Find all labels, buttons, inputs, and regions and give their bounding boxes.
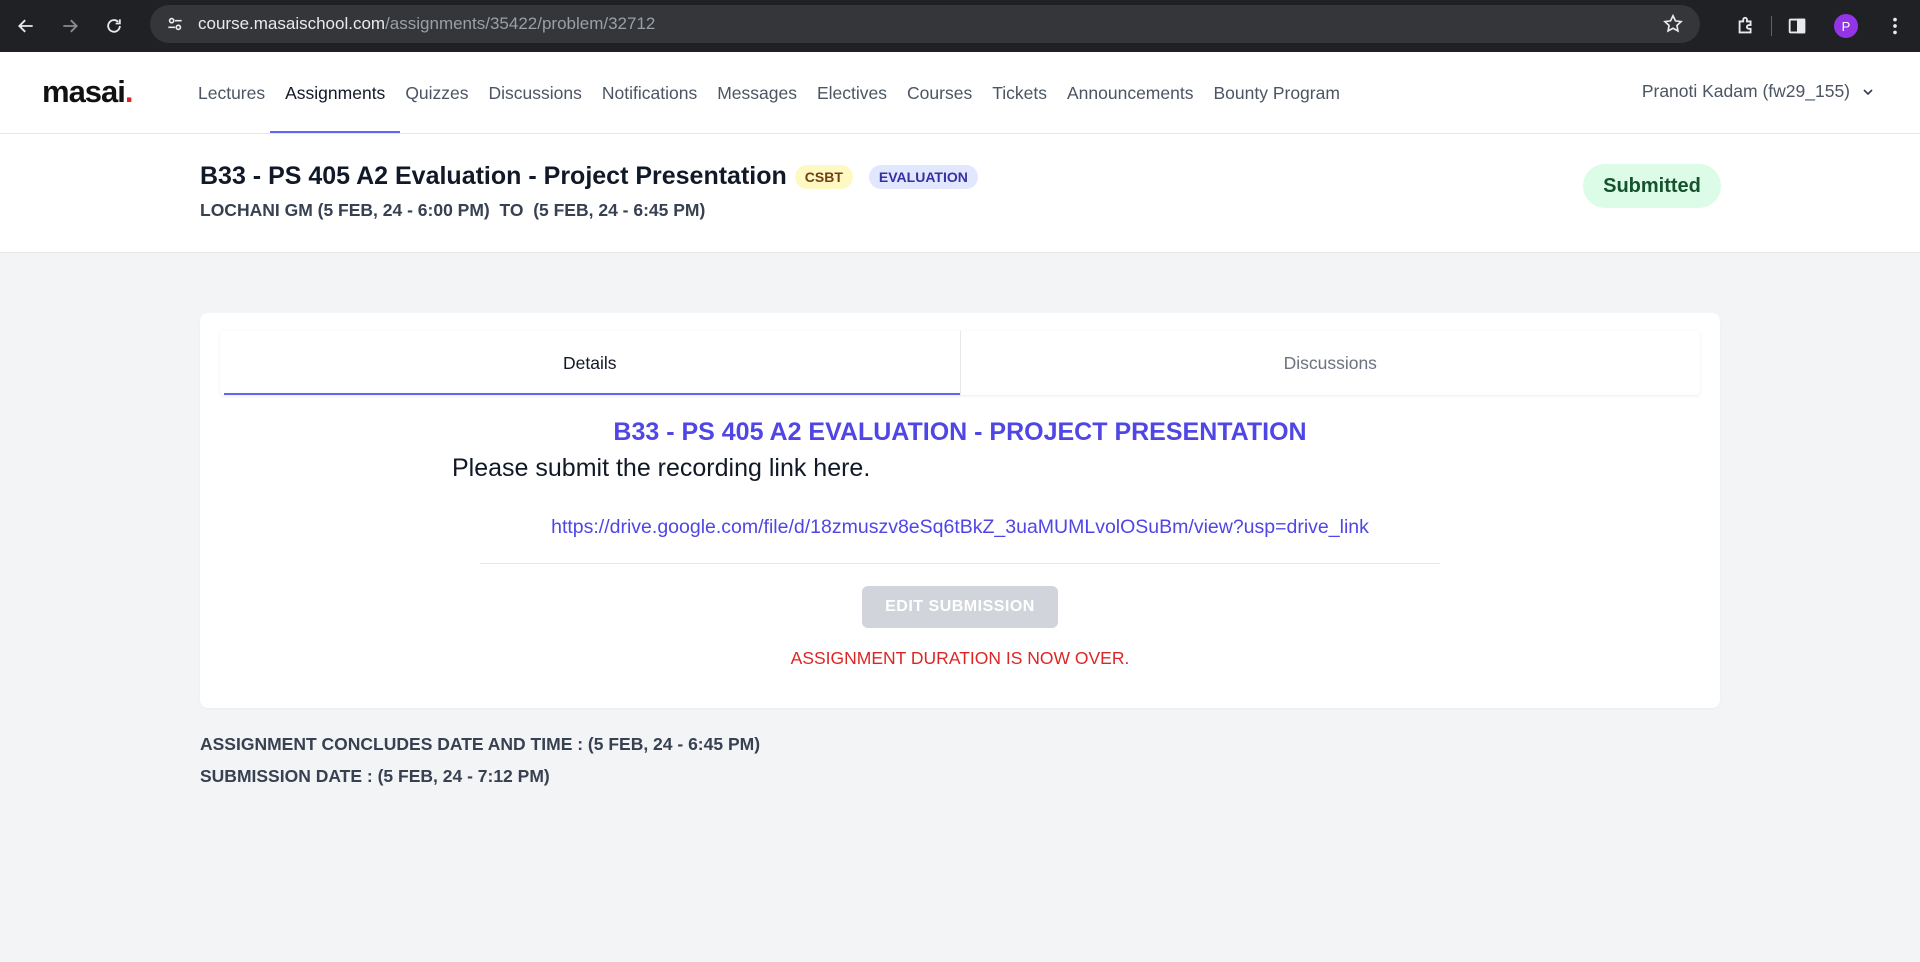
url-text: course.masaischool.com/assignments/35422… [198,14,656,33]
nav-discussions[interactable]: Discussions [479,52,592,133]
main-nav: Lectures Assignments Quizzes Discussions… [188,52,1350,133]
tab-details[interactable]: Details [220,331,960,395]
duration-over-message: ASSIGNMENT DURATION IS NOW OVER. [790,648,1130,668]
site-settings-icon[interactable] [164,13,186,35]
more-menu-icon[interactable] [1883,14,1907,38]
nav-electives[interactable]: Electives [807,52,897,133]
tag-csbt: CSBT [794,164,853,189]
chevron-down-icon [1860,84,1876,100]
status-badge: Submitted [1583,164,1721,208]
forward-icon[interactable] [52,8,88,44]
nav-assignments[interactable]: Assignments [270,52,401,133]
edit-submission-button[interactable]: EDIT SUBMISSION [862,586,1058,628]
assignment-card: Details Discussions B33 - PS 405 A2 EVAL… [200,313,1720,708]
tag-evaluation: EVALUATION [868,164,978,189]
app-header: masai. Lectures Assignments Quizzes Disc… [0,52,1920,134]
extensions-icon[interactable] [1734,14,1758,38]
reload-icon[interactable] [96,8,132,44]
problem-title: B33 - PS 405 A2 EVALUATION - PROJECT PRE… [613,418,1307,446]
nav-bounty-program[interactable]: Bounty Program [1203,52,1349,133]
assignment-title: B33 - PS 405 A2 Evaluation - Project Pre… [200,162,787,190]
address-bar[interactable]: course.masaischool.com/assignments/35422… [150,5,1700,43]
submission-datetime: SUBMISSION DATE : (5 FEB, 24 - 7:12 PM) [200,766,550,786]
divider [480,563,1440,564]
tab-discussions[interactable]: Discussions [959,331,1701,395]
submission-link[interactable]: https://drive.google.com/file/d/18zmuszv… [200,516,1720,539]
assignment-meta: LOCHANI GM (5 FEB, 24 - 6:00 PM) TO (5 F… [200,200,706,220]
masai-logo[interactable]: masai. [42,74,133,110]
side-panel-icon[interactable] [1785,14,1809,38]
nav-announcements[interactable]: Announcements [1057,52,1203,133]
user-name: Pranoti Kadam (fw29_155) [1641,81,1850,101]
nav-messages[interactable]: Messages [707,52,807,133]
toolbar-divider [1771,16,1772,36]
nav-quizzes[interactable]: Quizzes [395,52,478,133]
back-icon[interactable] [8,8,44,44]
assignment-header: B33 - PS 405 A2 Evaluation - Project Pre… [0,134,1920,253]
user-menu[interactable]: Pranoti Kadam (fw29_155) [1642,81,1876,102]
browser-toolbar: course.masaischool.com/assignments/35422… [0,0,1920,52]
profile-avatar[interactable]: P [1834,14,1858,38]
nav-tickets[interactable]: Tickets [982,52,1057,133]
instruction-text: Please submit the recording link here. [452,454,871,482]
nav-lectures[interactable]: Lectures [188,52,275,133]
conclude-datetime: ASSIGNMENT CONCLUDES DATE AND TIME : (5 … [200,734,761,754]
bookmark-star-icon[interactable] [1662,13,1684,35]
nav-courses[interactable]: Courses [897,52,982,133]
submission-info: ASSIGNMENT CONCLUDES DATE AND TIME : (5 … [200,728,760,792]
tab-bar: Details Discussions [220,331,1700,395]
nav-notifications[interactable]: Notifications [592,52,707,133]
